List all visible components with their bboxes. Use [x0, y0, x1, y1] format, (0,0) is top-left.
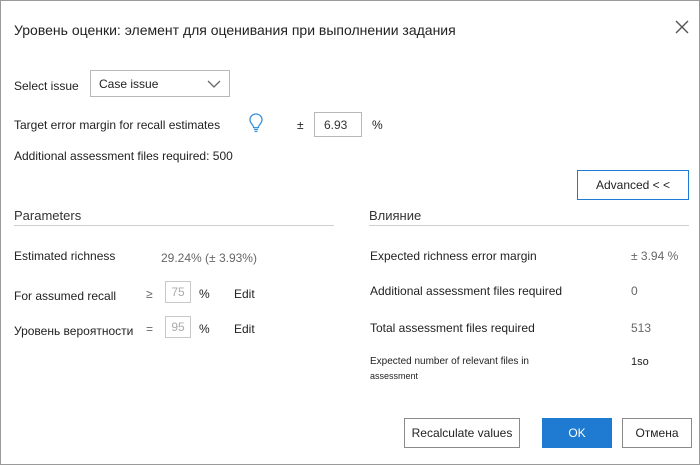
- edit-confidence-link[interactable]: Edit: [234, 322, 255, 336]
- total-files-required-label: Total assessment files required: [370, 321, 535, 335]
- percent-sign: %: [372, 118, 383, 132]
- confidence-level-input[interactable]: [165, 316, 191, 338]
- parameters-divider: [14, 225, 334, 226]
- relevant-files-value: 1so: [631, 356, 649, 368]
- richness-error-margin-label: Expected richness error margin: [370, 249, 537, 263]
- estimated-richness-value: 29.24% (± 3.93%): [161, 251, 257, 265]
- recalculate-values-button[interactable]: Recalculate values: [404, 418, 520, 448]
- dialog-title: Уровень оценки: элемент для оценивания п…: [14, 22, 456, 38]
- impact-heading: Влияние: [369, 208, 422, 223]
- total-files-required-value: 513: [631, 321, 652, 335]
- impact-divider: [369, 225, 689, 226]
- assumed-recall-input[interactable]: [165, 281, 191, 303]
- advanced-toggle-button[interactable]: Advanced < <: [577, 170, 689, 200]
- target-error-margin-label: Target error margin for recall estimates: [14, 118, 221, 132]
- confidence-percent-sign: %: [199, 322, 210, 336]
- issue-dropdown-value: Case issue: [99, 77, 159, 91]
- select-issue-label: Select issue: [14, 79, 79, 93]
- recall-percent-sign: %: [199, 287, 210, 301]
- greater-equal-sign: ≥: [146, 287, 153, 301]
- confidence-level-label: Уровень вероятности: [14, 324, 134, 338]
- edit-recall-link[interactable]: Edit: [234, 287, 255, 301]
- plus-minus-sign: ±: [297, 118, 304, 132]
- additional-files-required-value: 0: [631, 284, 638, 298]
- issue-dropdown[interactable]: Case issue: [90, 70, 230, 97]
- cancel-button[interactable]: Отмена: [622, 418, 692, 448]
- equals-sign: =: [146, 322, 154, 336]
- parameters-heading: Parameters: [14, 208, 82, 223]
- close-icon: [675, 20, 689, 34]
- close-button[interactable]: [673, 18, 691, 36]
- ok-button[interactable]: OK: [542, 418, 612, 448]
- tip-button[interactable]: [249, 113, 263, 138]
- assessment-level-dialog: Уровень оценки: элемент для оценивания п…: [0, 0, 700, 465]
- additional-files-text: Additional assessment files required: 50…: [14, 149, 233, 163]
- additional-files-required-label: Additional assessment files required: [370, 284, 563, 298]
- richness-error-margin-value: ± 3.94 %: [631, 249, 679, 263]
- chevron-down-icon: [207, 80, 221, 88]
- assumed-recall-label: For assumed recall: [14, 289, 117, 303]
- relevant-files-label-line2: assessment: [370, 371, 419, 381]
- target-error-margin-input[interactable]: [314, 112, 362, 137]
- lightbulb-icon: [249, 113, 263, 133]
- relevant-files-label-line1: Expected number of relevant files in: [370, 356, 529, 367]
- estimated-richness-label: Estimated richness: [14, 249, 116, 263]
